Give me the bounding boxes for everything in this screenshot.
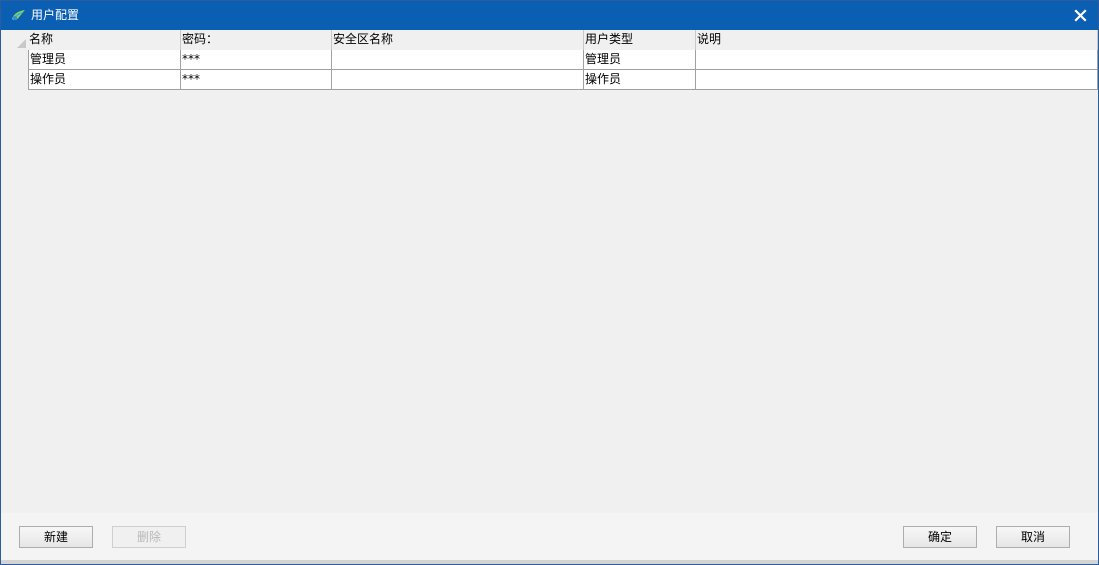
button-bar: 新建 删除 确定 取消 [1, 513, 1098, 560]
column-header-name[interactable]: 名称 [28, 30, 181, 50]
cell-password[interactable]: *** [181, 50, 332, 70]
corner-triangle-icon [17, 39, 26, 48]
bottom-border [1, 560, 1098, 564]
table-row[interactable]: 管理员 *** 管理员 [1, 50, 1098, 70]
column-header-password[interactable]: 密码： [181, 30, 332, 50]
window-title: 用户配置 [31, 8, 80, 22]
cell-user-type[interactable]: 操作员 [584, 70, 696, 90]
new-button[interactable]: 新建 [19, 526, 93, 548]
cell-name[interactable]: 管理员 [28, 50, 181, 70]
table-row[interactable]: 操作员 *** 操作员 [1, 70, 1098, 90]
cell-description[interactable] [696, 50, 1098, 70]
column-header-description[interactable]: 说明 [696, 30, 1098, 50]
ok-button[interactable]: 确定 [903, 526, 977, 548]
title-bar[interactable]: 用户配置 [1, 1, 1098, 30]
user-config-dialog: 用户配置 名称 密码： 安全区名称 用户类型 说明 管理员 *** 管理员 操作… [0, 0, 1099, 565]
cell-password[interactable]: *** [181, 70, 332, 90]
delete-button[interactable]: 删除 [112, 526, 186, 548]
close-icon [1074, 9, 1087, 22]
cell-name[interactable]: 操作员 [28, 70, 181, 90]
select-all-corner[interactable] [1, 30, 28, 50]
app-logo-icon [11, 9, 26, 22]
cell-user-type[interactable]: 管理员 [584, 50, 696, 70]
column-header-security-zone[interactable]: 安全区名称 [332, 30, 584, 50]
cell-description[interactable] [696, 70, 1098, 90]
column-header-user-type[interactable]: 用户类型 [584, 30, 696, 50]
row-selector[interactable] [1, 50, 28, 70]
table-header-row: 名称 密码： 安全区名称 用户类型 说明 [1, 30, 1098, 50]
cell-security-zone[interactable] [332, 50, 584, 70]
cancel-button[interactable]: 取消 [996, 526, 1070, 548]
cell-security-zone[interactable] [332, 70, 584, 90]
close-button[interactable] [1070, 5, 1092, 27]
row-selector[interactable] [1, 70, 28, 90]
